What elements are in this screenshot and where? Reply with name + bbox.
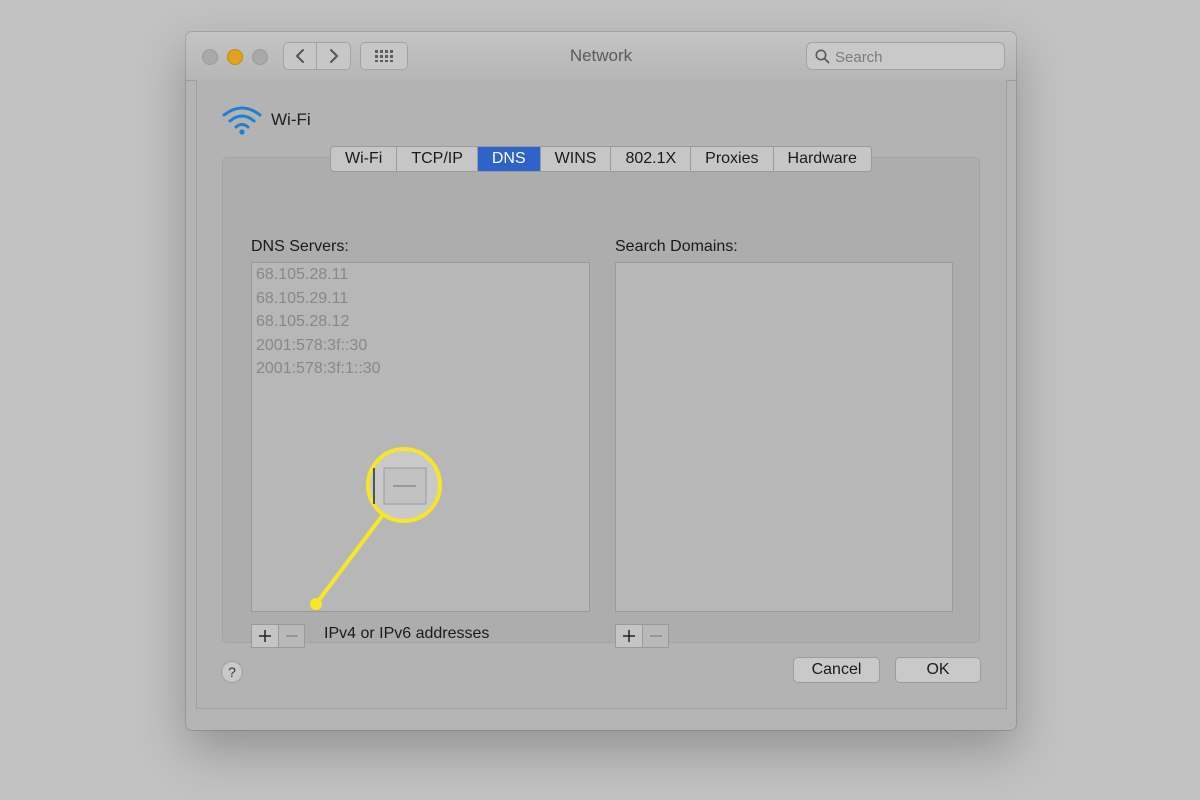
tab-tcpip[interactable]: TCP/IP: [397, 147, 478, 171]
dns-address-hint: IPv4 or IPv6 addresses: [324, 625, 490, 642]
plus-icon: [623, 630, 635, 642]
dns-add-button[interactable]: [252, 625, 278, 647]
plus-icon: [259, 630, 271, 642]
list-item[interactable]: 2001:578:3f:1::30: [252, 357, 589, 381]
help-button[interactable]: ?: [221, 661, 243, 683]
list-item[interactable]: 2001:578:3f::30: [252, 334, 589, 358]
domain-add-button[interactable]: [616, 625, 642, 647]
tab-8021x[interactable]: 802.1X: [611, 147, 692, 171]
tab-proxies[interactable]: Proxies: [691, 147, 774, 171]
search-domains-list[interactable]: [615, 262, 953, 612]
wifi-icon: [222, 106, 262, 135]
screen: Network Wi-Fi Wi-Fi TCP/IP DN: [0, 0, 1200, 800]
service-name: Wi-Fi: [271, 110, 311, 129]
dns-remove-button[interactable]: [278, 625, 304, 647]
list-item[interactable]: 68.105.28.11: [252, 263, 589, 287]
domain-remove-button[interactable]: [642, 625, 668, 647]
minus-icon: [285, 635, 298, 637]
tab-dns[interactable]: DNS: [477, 147, 541, 171]
list-item[interactable]: 68.105.28.12: [252, 310, 589, 334]
list-item[interactable]: 68.105.29.11: [252, 287, 589, 311]
cancel-button[interactable]: Cancel: [793, 657, 880, 683]
tab-wifi[interactable]: Wi-Fi: [331, 147, 398, 171]
tab-wins[interactable]: WINS: [541, 147, 612, 171]
search-field[interactable]: [806, 42, 1005, 70]
title-bar: Network: [186, 32, 1016, 81]
dns-servers-label: DNS Servers:: [251, 238, 349, 255]
tab-hardware[interactable]: Hardware: [774, 147, 871, 171]
domains-add-remove-control: [615, 624, 669, 648]
ok-button[interactable]: OK: [895, 657, 981, 683]
dns-sheet: Wi-Fi Wi-Fi TCP/IP DNS WINS 802.1X Proxi…: [196, 80, 1007, 709]
dns-servers-list[interactable]: 68.105.28.11 68.105.29.11 68.105.28.12 2…: [251, 262, 590, 612]
search-input[interactable]: [833, 46, 1002, 68]
search-icon: [815, 49, 830, 64]
search-domains-label: Search Domains:: [615, 238, 738, 255]
network-window: Network Wi-Fi Wi-Fi TCP/IP DN: [186, 32, 1016, 730]
tab-bar: Wi-Fi TCP/IP DNS WINS 802.1X Proxies Har…: [330, 146, 872, 172]
minus-icon: [649, 635, 662, 637]
dns-add-remove-control: [251, 624, 305, 648]
